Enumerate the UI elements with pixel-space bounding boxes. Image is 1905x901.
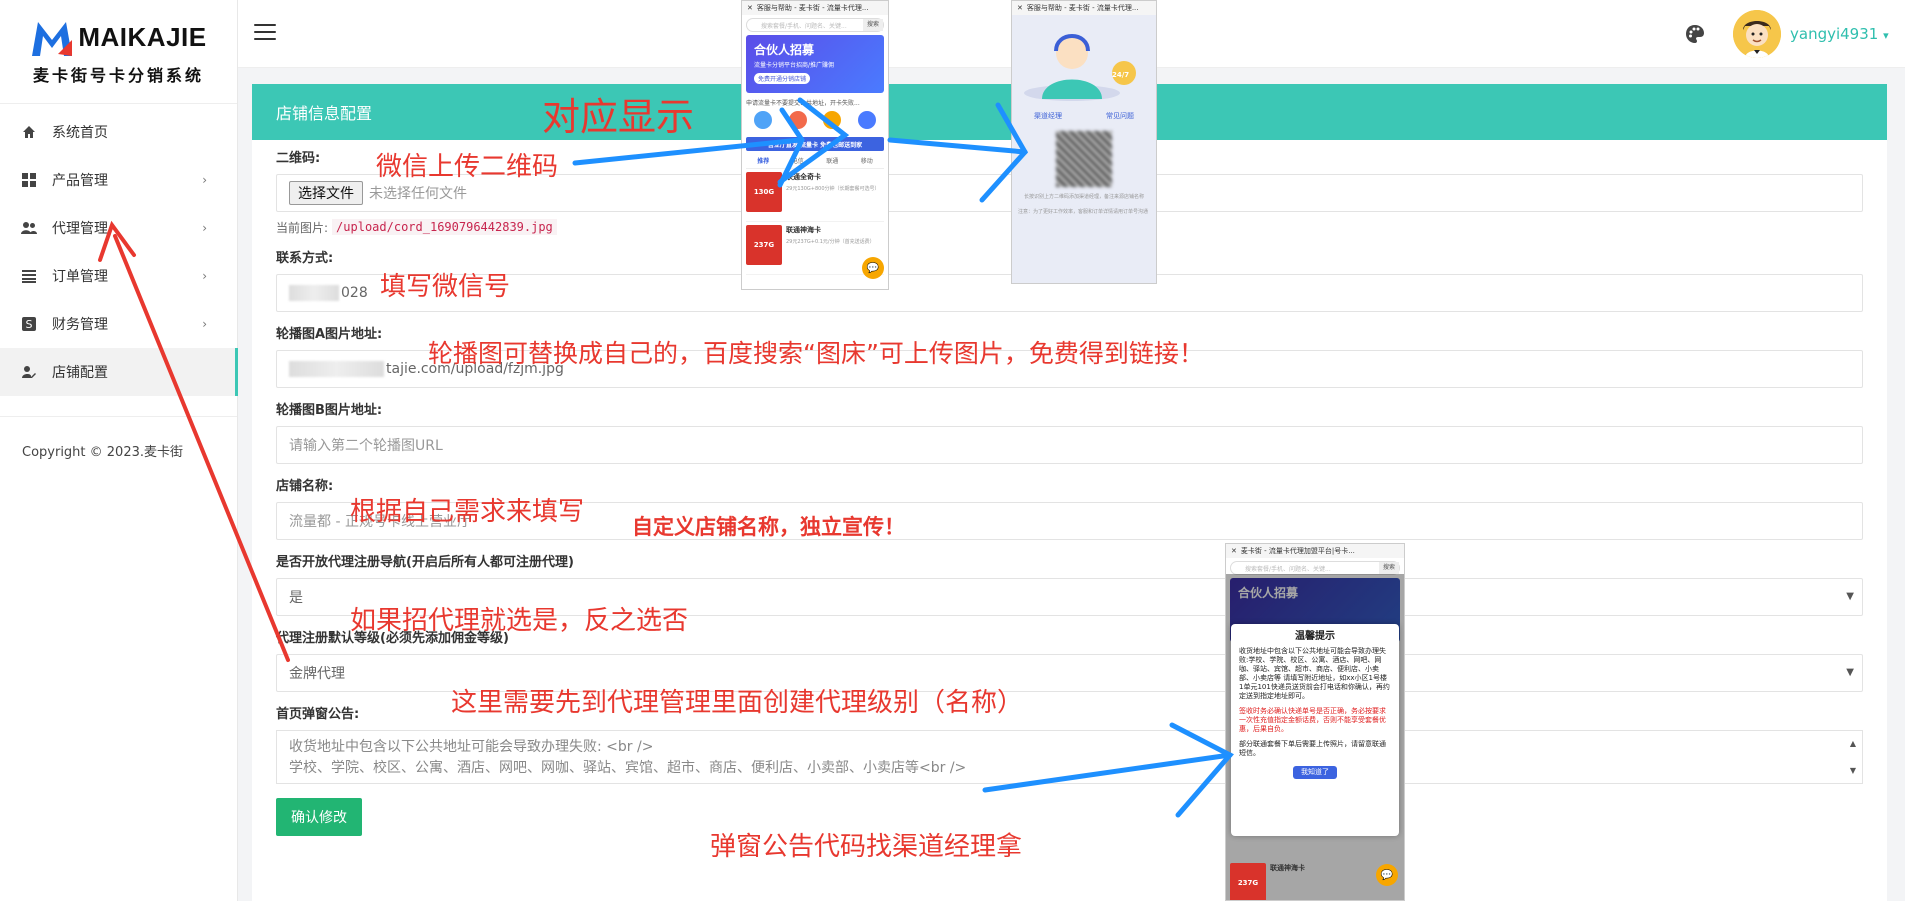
phone-strip: 营业厅直发 流量卡 免费包邮送到家: [746, 137, 884, 151]
phone-banner: 合伙人招募 流量卡分销平台招商/推广赚佣 免费开通分销店铺: [746, 35, 884, 93]
chevron-right-icon: ›: [202, 317, 207, 331]
sidebar-item-label: 代理管理: [52, 221, 108, 237]
chat-icon: 💬: [1376, 864, 1398, 886]
home-icon: [20, 123, 38, 141]
popup-notice-textarea[interactable]: 收货地址中包含以下公共地址可能会导致办理失败: <br /> 学校、学院、校区、…: [276, 730, 1863, 784]
annotation-open-reg: 如果招代理就选是，反之选否: [350, 606, 689, 636]
logo-subtitle: 麦卡街号卡分销系统: [32, 65, 204, 85]
list-icon: [20, 267, 38, 285]
annotation-level: 这里需要先到代理管理里面创建代理级别（名称）: [451, 688, 1024, 718]
annotation-banner: 轮播图可替换成自己的，百度搜索“图床”可上传图片，免费得到链接！: [428, 339, 1204, 368]
textarea-scrollbar[interactable]: ▲ ▼: [1846, 733, 1860, 781]
select-arrow-icon: ▼: [1846, 667, 1854, 678]
sidebar-item-label: 订单管理: [52, 269, 108, 285]
palette-icon[interactable]: [1685, 24, 1705, 44]
phone-preview-service: ✕ 客服与帮助 - 麦卡街 - 流量卡代理... 24/7 渠道经理 常见问题 长按…: [1011, 0, 1157, 284]
close-icon: ✕: [1017, 4, 1023, 12]
support-agent-icon: [1024, 34, 1136, 101]
choose-file-button[interactable]: 选择文件: [289, 181, 363, 205]
open-registration-label: 是否开放代理注册导航(开启后所有人都可注册代理): [276, 555, 574, 570]
qrcode-image: [1056, 131, 1112, 187]
avatar[interactable]: [1733, 10, 1781, 58]
logo[interactable]: MAIKAJIE 麦卡街号卡分销系统: [0, 0, 237, 104]
sidebar-item-label: 财务管理: [52, 317, 108, 333]
select-arrow-icon: ▼: [1846, 591, 1854, 602]
sidebar-item-label: 系统首页: [52, 125, 108, 141]
sidebar-item-agents[interactable]: 代理管理 ›: [0, 204, 237, 252]
banner-b-input[interactable]: 请输入第二个轮播图URL: [276, 426, 1863, 464]
username[interactable]: yangyi4931 ▾: [1790, 25, 1889, 43]
copyright: Copyright © 2023.麦卡街: [0, 416, 237, 460]
phone-service-tabs: 渠道经理 常见问题: [1034, 112, 1134, 120]
dollar-icon: S: [20, 315, 38, 333]
annotation-wechat: 填写微信号: [380, 272, 511, 302]
sidebar-menu: 系统首页 产品管理 › 代理管理 › 订单管理 › S 财务管理 › 店铺配置: [0, 104, 238, 396]
chevron-right-icon: ›: [202, 173, 207, 187]
annotation-custom-name: 自定义店铺名称，独立宣传！: [632, 515, 905, 539]
phone-tabs: 推荐 电信 联通 移动: [746, 153, 884, 169]
sidebar-item-label: 产品管理: [52, 173, 108, 189]
users-icon: [20, 219, 38, 237]
menu-toggle-icon[interactable]: [254, 24, 276, 40]
sidebar: MAIKAJIE 麦卡街号卡分销系统 系统首页 产品管理 › 代理管理 › 订单…: [0, 0, 238, 901]
phone-card: 237G 联通神海卡: [1230, 863, 1402, 900]
logo-name: MAIKAJIE: [78, 22, 207, 52]
sidebar-item-orders[interactable]: 订单管理 ›: [0, 252, 237, 300]
sidebar-item-label: 店铺配置: [52, 365, 108, 381]
sidebar-item-products[interactable]: 产品管理 ›: [0, 156, 237, 204]
annotation-qrcode: 微信上传二维码: [376, 152, 559, 182]
modal-ok-button: 我知道了: [1293, 766, 1337, 779]
sidebar-item-home[interactable]: 系统首页: [0, 108, 237, 156]
close-icon: ✕: [1231, 547, 1237, 555]
banner-b-label: 轮播图B图片地址:: [276, 403, 383, 418]
annotation-popup: 弹窗公告代码找渠道经理拿: [710, 832, 1023, 862]
chevron-right-icon: ›: [202, 269, 207, 283]
notice-modal: 温馨提示 收货地址中包含以下公共地址可能会导致办理失败:学校、学院、校区、公寓、…: [1231, 624, 1399, 836]
current-image-path: /upload/cord_1690796442839.jpg: [332, 219, 557, 235]
phone-card: 130G 联通全奇卡 29元130G+800分钟（长期套餐可选号）: [746, 172, 884, 222]
phone-search: 搜索套餐/手机、问题名、关键... 搜索: [1230, 561, 1400, 575]
caret-down-icon: ▾: [1883, 29, 1889, 42]
sidebar-item-shop-config[interactable]: 店铺配置: [0, 348, 238, 396]
file-status: 未选择任何文件: [369, 186, 467, 202]
phone-icon-row: [746, 111, 884, 135]
svg-text:S: S: [26, 318, 33, 331]
grid-icon: [20, 171, 38, 189]
submit-button[interactable]: 确认修改: [276, 798, 362, 836]
sidebar-item-finance[interactable]: S 财务管理 ›: [0, 300, 237, 348]
phone-preview-home: ✕ 客服与帮助 - 麦卡街 - 流量卡代理... 搜索套餐/手机、问题名、关键..…: [741, 0, 889, 290]
chat-icon: 💬: [862, 257, 884, 279]
phone-search: 搜索套餐/手机、问题名、关键... 搜索: [746, 18, 884, 32]
phone-notice: 申请流量卡不要提交公共地址，开卡失败...: [746, 99, 860, 107]
logo-mark-icon: [32, 21, 73, 56]
user-edit-icon: [20, 363, 38, 381]
close-icon: ✕: [747, 4, 753, 12]
phone-preview-popup: ✕ 麦卡街 - 流量卡代理加盟平台|号卡... 搜索套餐/手机、问题名、关键...…: [1225, 543, 1405, 901]
annotation-display: 对应显示: [542, 95, 695, 139]
annotation-shop-name: 根据自己需求来填写: [350, 497, 585, 527]
chevron-right-icon: ›: [202, 221, 207, 235]
